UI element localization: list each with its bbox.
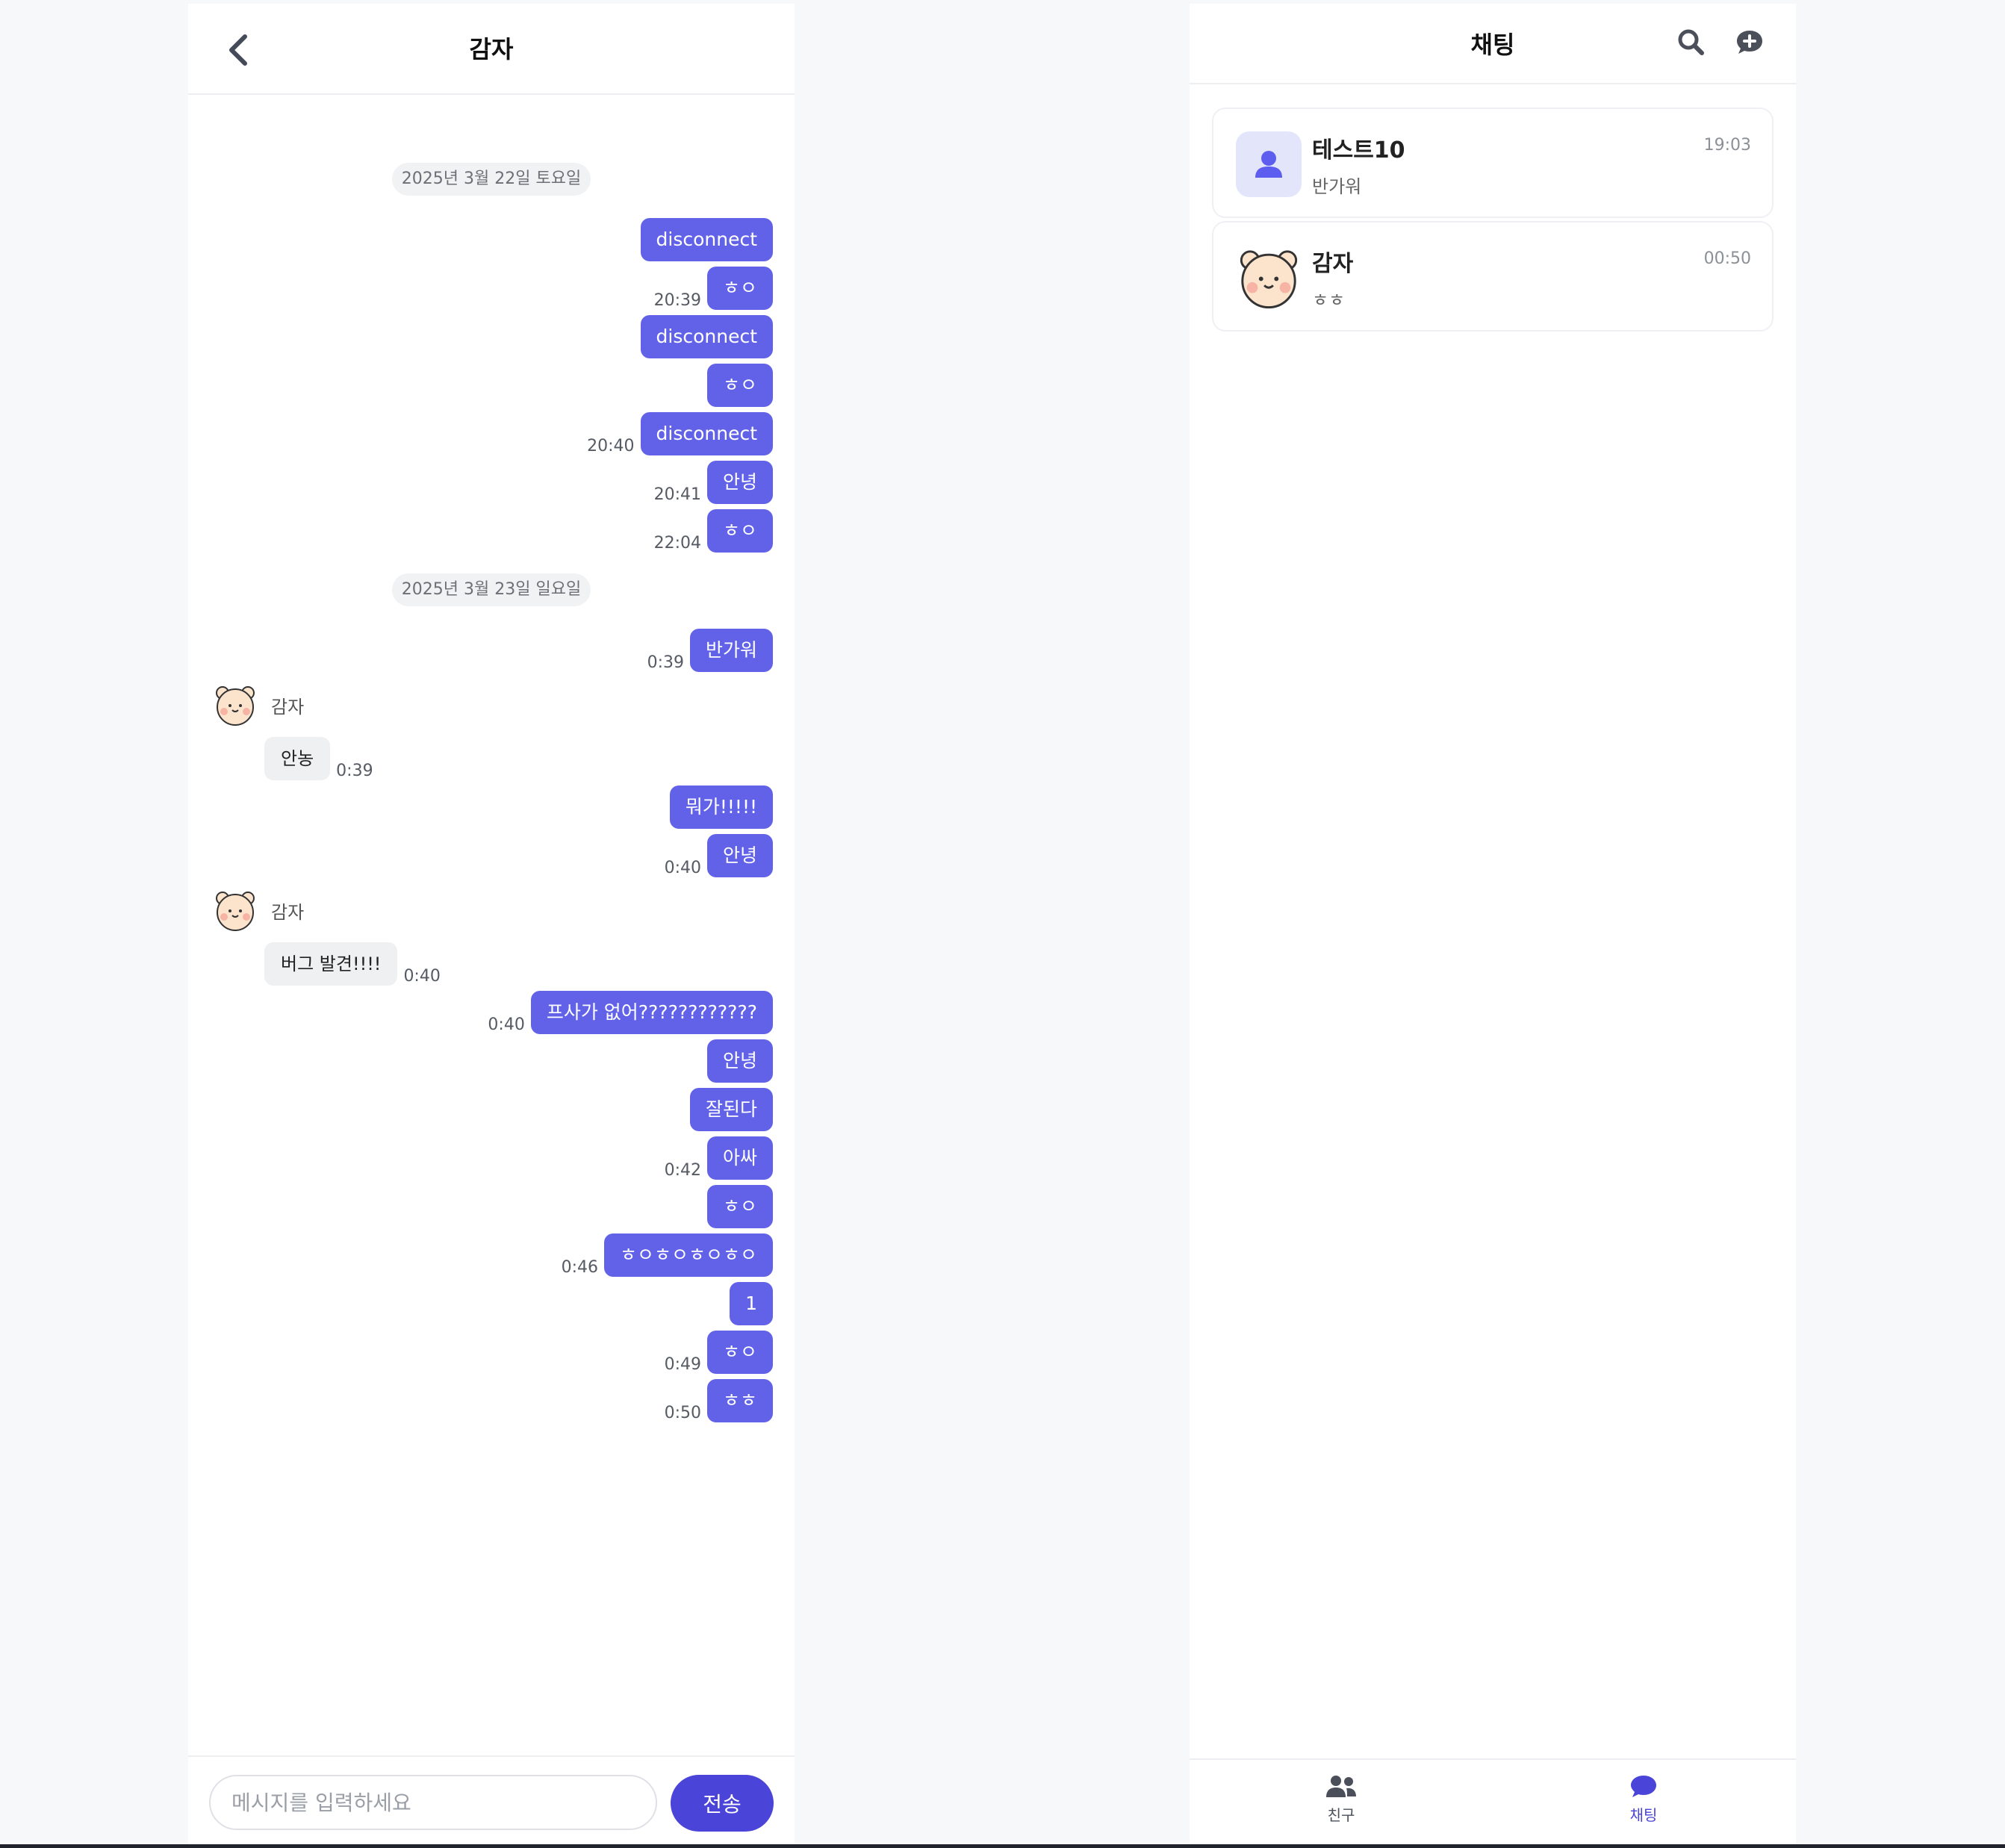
chat-name: 테스트10	[1312, 137, 1405, 164]
chat-room-panel: 감자 2025년 3월 22일 토요일 disconnect 20:39 ㅎㅇ …	[188, 4, 795, 1844]
message-time: 0:39	[336, 762, 373, 780]
window-bottom-border	[0, 1844, 2005, 1848]
message-time: 0:42	[664, 1161, 701, 1180]
my-message: 뭐가!!!!!	[664, 785, 773, 829]
my-message: ㅎㅇ	[701, 364, 773, 407]
my-message-bubble: ㅎㅇ	[706, 1331, 773, 1374]
chat-list-item[interactable]: 테스트10 반가워 19:03	[1212, 108, 1774, 218]
sender-header: 감자	[213, 682, 304, 727]
chat-time: 00:50	[1703, 249, 1751, 268]
message-time: 0:40	[488, 1015, 525, 1034]
my-message: 0:39 반가워	[647, 629, 773, 672]
my-message-bubble: ㅎㅇ	[706, 509, 773, 553]
my-message: 22:04 ㅎㅇ	[654, 509, 773, 553]
my-message: 0:42 아싸	[665, 1136, 773, 1180]
other-message: 버그 발견!!!! 0:40	[264, 942, 441, 986]
message-time: 20:39	[653, 291, 701, 310]
my-message: 안녕	[701, 1039, 773, 1083]
message-time: 0:50	[664, 1404, 701, 1422]
bear-avatar[interactable]	[213, 888, 258, 933]
my-message: 0:40 프사가 없어????????????	[488, 991, 773, 1034]
my-message: 20:41 안녕	[654, 461, 773, 504]
date-separator: 2025년 3월 22일 토요일	[392, 163, 591, 196]
date-separator: 2025년 3월 23일 일요일	[392, 573, 591, 606]
my-message-bubble: 프사가 없어????????????	[530, 991, 773, 1034]
my-message: 0:46 ㅎㅇㅎㅇㅎㅇㅎㅇ	[562, 1233, 773, 1277]
bottom-tab-bar: 친구 채팅	[1190, 1758, 1796, 1844]
chat-time: 19:03	[1703, 136, 1751, 155]
chat-room-header: 감자	[188, 4, 795, 95]
message-time: 0:39	[647, 653, 684, 672]
send-button[interactable]: 전송	[671, 1775, 774, 1832]
search-button[interactable]	[1675, 26, 1708, 59]
new-chat-icon	[1737, 31, 1762, 54]
message-time: 20:41	[653, 485, 701, 504]
my-message-bubble: disconnect	[640, 412, 773, 455]
chat-room-title: 감자	[469, 35, 514, 63]
my-message-bubble: ㅎㅎ	[706, 1379, 773, 1422]
my-message: disconnect	[635, 315, 773, 358]
message-time: 0:40	[403, 967, 441, 986]
tab-label: 친구	[1327, 1806, 1355, 1824]
message-time: 0:49	[664, 1355, 701, 1374]
my-message-bubble: 아싸	[706, 1136, 773, 1180]
other-message: 안농 0:39	[264, 737, 373, 780]
my-message-bubble: disconnect	[640, 315, 773, 358]
my-message: 0:40 안녕	[665, 834, 773, 877]
my-message: 0:50 ㅎㅎ	[665, 1379, 773, 1422]
chat-list-item[interactable]: 감자 ㅎㅎ 00:50	[1212, 221, 1774, 332]
sender-name: 감자	[271, 901, 305, 923]
chat-preview: 반가워	[1312, 176, 1362, 197]
my-message: 20:40 disconnect	[587, 412, 773, 455]
my-message: 잘된다	[684, 1088, 773, 1131]
my-message: disconnect	[635, 218, 773, 261]
default-user-icon	[1236, 131, 1302, 197]
chat-list-panel: 채팅 테스트10 반가워 19:03 감자 ㅎㅎ 00:50 친구 채팅	[1190, 4, 1796, 1844]
my-message-bubble: 안녕	[706, 834, 773, 877]
my-message-bubble: 반가워	[689, 629, 773, 672]
my-message-bubble: 안녕	[706, 461, 773, 504]
other-message-bubble: 안농	[264, 737, 331, 780]
tab-chats[interactable]: 채팅	[1599, 1773, 1688, 1833]
chat-list-header: 채팅	[1190, 4, 1796, 84]
my-message: ㅎㅇ	[701, 1185, 773, 1228]
message-time: 0:46	[561, 1258, 598, 1277]
search-icon	[1678, 29, 1704, 55]
sender-header: 감자	[213, 888, 304, 933]
chat-bubble-icon	[1631, 1776, 1656, 1797]
bear-avatar[interactable]	[213, 682, 258, 727]
my-message-bubble: ㅎㅇ	[706, 1185, 773, 1228]
my-message-bubble: 안녕	[706, 1039, 773, 1083]
chat-preview: ㅎㅎ	[1312, 290, 1346, 311]
message-input[interactable]	[209, 1775, 657, 1830]
my-message: 0:49 ㅎㅇ	[665, 1331, 773, 1374]
my-message-bubble: ㅎㅇ	[706, 267, 773, 310]
sender-name: 감자	[271, 696, 305, 718]
tab-friends[interactable]: 친구	[1296, 1773, 1386, 1833]
my-message-bubble: ㅎㅇ	[706, 364, 773, 407]
message-time: 0:40	[664, 859, 701, 877]
message-composer: 전송	[188, 1755, 795, 1844]
message-list[interactable]: 2025년 3월 22일 토요일 disconnect 20:39 ㅎㅇ dis…	[188, 95, 795, 1758]
new-chat-button[interactable]	[1733, 26, 1766, 59]
tab-label: 채팅	[1629, 1806, 1658, 1824]
my-message-bubble: 뭐가!!!!!	[669, 785, 773, 829]
message-time: 22:04	[653, 534, 701, 553]
my-message-bubble: ㅎㅇㅎㅇㅎㅇㅎㅇ	[603, 1233, 773, 1277]
my-message: 1	[724, 1282, 773, 1325]
my-message-bubble: 1	[730, 1282, 773, 1325]
bear-avatar	[1240, 250, 1298, 309]
other-message-bubble: 버그 발견!!!!	[264, 942, 398, 986]
my-message: 20:39 ㅎㅇ	[654, 267, 773, 310]
my-message-bubble: disconnect	[640, 218, 773, 261]
friends-icon	[1326, 1776, 1356, 1797]
message-time: 20:40	[587, 437, 635, 455]
chat-name: 감자	[1312, 251, 1354, 277]
my-message-bubble: 잘된다	[689, 1088, 773, 1131]
